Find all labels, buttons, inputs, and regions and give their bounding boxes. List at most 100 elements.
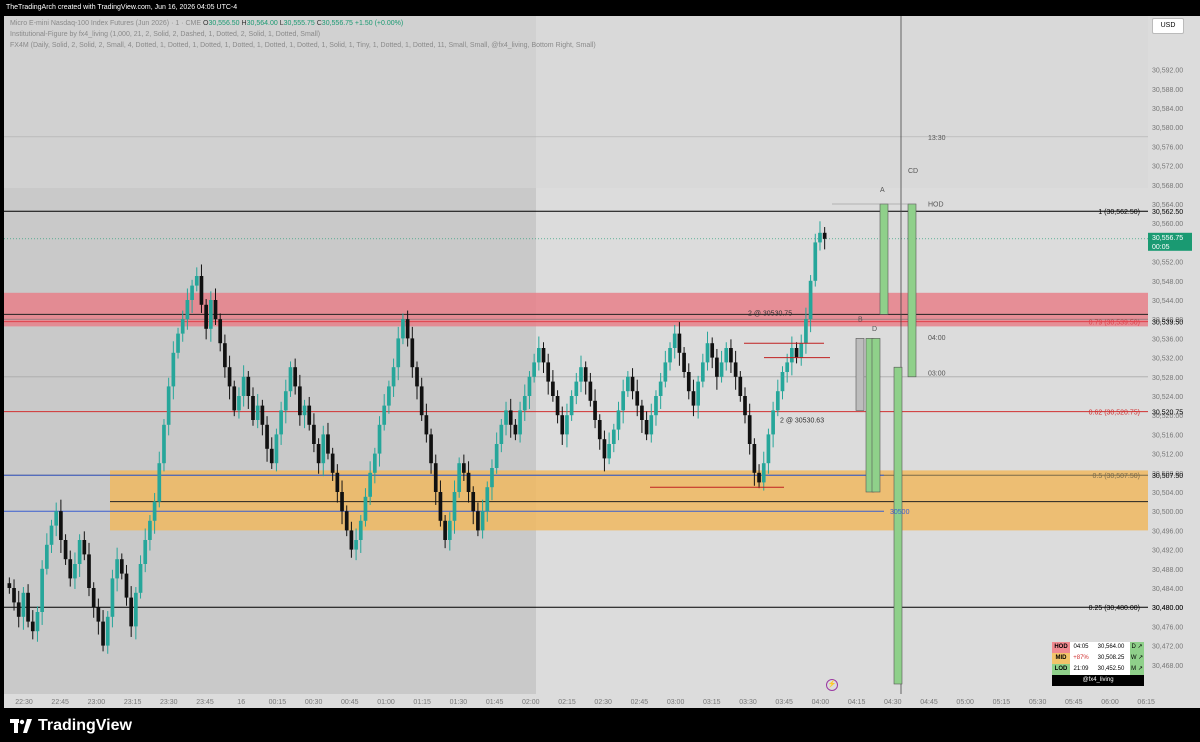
candle-body: [621, 391, 626, 411]
time-tick-label: 05:30: [1029, 699, 1047, 706]
candle-body: [330, 453, 335, 473]
candle: [616, 401, 621, 441]
time-tick-label: 06:00: [1101, 699, 1119, 706]
stats-price: 30,564.00: [1092, 642, 1130, 653]
candle-body: [171, 352, 176, 387]
candle-body: [658, 381, 663, 396]
candle-body: [101, 621, 105, 646]
price-tick-label: 30,532.00: [1152, 356, 1183, 363]
symbol-legend[interactable]: Micro E-mini Nasdaq-100 Index Futures (J…: [10, 20, 403, 27]
candle-body: [105, 616, 110, 646]
candle-body: [724, 348, 729, 363]
candle: [626, 371, 630, 397]
candle-body: [677, 333, 682, 353]
candle: [611, 423, 616, 453]
candle-body: [813, 242, 818, 281]
time-tick-label: 22:45: [51, 699, 69, 706]
time-tick-label: 06:15: [1137, 699, 1155, 706]
candle-body: [443, 520, 447, 540]
candle-body: [733, 362, 738, 377]
candle-body: [335, 472, 340, 492]
candle: [668, 342, 672, 371]
candle: [654, 390, 658, 426]
candle: [710, 337, 715, 369]
candle: [607, 432, 611, 465]
candle-body: [471, 492, 476, 512]
price-chart[interactable]: 1 (30,562.50) 0.79 (30,539.50) 0.62 (30,52…: [4, 16, 1148, 694]
candle: [743, 387, 747, 424]
price-tick-label: 30,572.00: [1152, 164, 1183, 171]
candle-body: [490, 468, 494, 488]
candle-body: [134, 592, 138, 627]
time-tick-label: 03:15: [703, 699, 721, 706]
candle: [649, 403, 654, 443]
candle: [696, 375, 700, 419]
candle-body: [204, 304, 208, 329]
candle-body: [176, 333, 180, 353]
candle-body: [626, 376, 630, 392]
time-axis-canvas[interactable]: 22:30 22:45 23:00 23:15 23:30 23:45 16 00:15 00:…: [4, 694, 1200, 708]
candle-body: [138, 564, 143, 593]
price-tick-label: 30,492.00: [1152, 548, 1183, 555]
candle: [715, 348, 719, 390]
price-tick-label: 30,512.00: [1152, 452, 1183, 459]
price-axis[interactable]: 30,468.00 30,472.00 30,476.00 30,480.00 30,4…: [1148, 16, 1200, 694]
time-tick-label: 02:15: [558, 699, 576, 706]
candle: [457, 457, 462, 498]
candle: [658, 372, 663, 409]
candle-body: [518, 410, 522, 435]
arrow-up-right-icon: ↗: [1137, 644, 1143, 650]
time-tick-label: 04:30: [884, 699, 902, 706]
candle-body: [124, 573, 129, 598]
candle-body: [354, 540, 358, 550]
candle: [818, 221, 822, 251]
currency-button[interactable]: USD: [1152, 18, 1184, 34]
indicator-fx4m[interactable]: FX4M (Daily, Solid, 2, Solid, 2, Small, …: [10, 42, 596, 49]
stats-timeframe: W ↗: [1130, 653, 1144, 664]
tradingview-logo[interactable]: TradingView: [10, 717, 132, 735]
price-axis-canvas[interactable]: 30,468.00 30,472.00 30,476.00 30,480.00 30,4…: [1148, 16, 1200, 694]
candle-body: [199, 276, 204, 305]
time-tick-label: 22:30: [15, 699, 33, 706]
candle-body: [710, 343, 715, 358]
fib-level-label: 0.62 (30,520.75): [1089, 410, 1140, 417]
candle-body: [237, 396, 241, 411]
chart-canvas[interactable]: 1 (30,562.50) 0.79 (30,539.50) 0.62 (30,52…: [4, 16, 1148, 694]
price-tick-label: 30,592.00: [1152, 68, 1183, 75]
price-tick-label: 30,516.00: [1152, 432, 1183, 439]
candle: [738, 371, 743, 402]
indicator-institutional-figure[interactable]: Institutional-Figure by fx4_living (1,00…: [10, 31, 320, 38]
time-tick-label: 04:00: [812, 699, 830, 706]
candle: [569, 390, 574, 421]
time-tick-label: 23:00: [88, 699, 106, 706]
fib-level-label: 0.25 (30,480.00): [1089, 605, 1140, 612]
candle-body: [771, 410, 775, 435]
candle-body: [387, 386, 391, 406]
lightning-icon[interactable]: ⚡: [826, 679, 838, 691]
chart-annotation: HOD: [928, 201, 944, 208]
candle-body: [190, 285, 194, 300]
candle-body: [560, 415, 565, 435]
candle-body: [162, 424, 166, 464]
candle: [565, 403, 569, 448]
level-price-tag: 30,562.50: [1152, 209, 1183, 216]
candle-body: [251, 396, 255, 420]
stats-tf: D: [1131, 644, 1136, 650]
time-tick-label: 01:45: [486, 699, 504, 706]
time-tick-label: 03:00: [667, 699, 685, 706]
tradingview-logo-icon: [10, 719, 32, 733]
stats-price: 30,508.25: [1092, 653, 1130, 664]
candle-body: [255, 405, 260, 420]
price-tick-label: 30,496.00: [1152, 528, 1183, 535]
chart-annotation: 04:00: [928, 335, 946, 342]
candle-body: [715, 357, 719, 377]
candle: [546, 353, 551, 395]
candle-body: [166, 386, 171, 425]
candle-body: [419, 386, 424, 416]
time-axis[interactable]: 22:30 22:45 23:00 23:15 23:30 23:45 16 00:15 00:…: [4, 694, 1200, 708]
candle-body: [274, 434, 279, 464]
candle-body: [457, 463, 462, 492]
candle: [579, 355, 583, 393]
candle: [686, 363, 691, 400]
candle-body: [77, 540, 82, 564]
